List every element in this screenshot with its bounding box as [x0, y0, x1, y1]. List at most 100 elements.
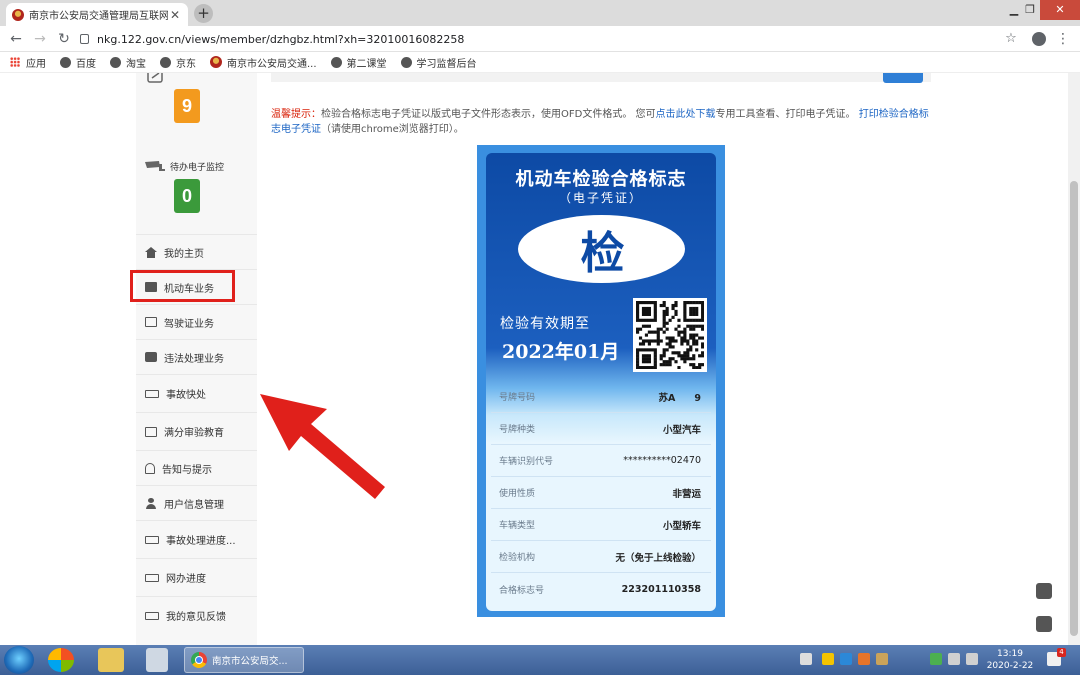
inspection-certificate: 机动车检验合格标志 （电子凭证） 检 检验有效期至 2022年01月 号牌号码苏… [477, 145, 725, 617]
tray-app-icon[interactable] [822, 653, 834, 665]
security-shield-icon[interactable] [930, 653, 942, 665]
field-row: 检验机构 无（免于上线检验） [491, 541, 711, 573]
sidebar-item-accident-progress[interactable]: 事故处理进度... [136, 520, 257, 558]
tray-app-icon[interactable] [858, 653, 870, 665]
browser-menu-icon[interactable]: ⋮ [1056, 29, 1070, 49]
network-icon[interactable] [948, 653, 960, 665]
police-emblem-icon [210, 56, 222, 68]
system-clock[interactable]: 13:19 2020-2-22 [984, 648, 1036, 672]
certificate-subtitle: （电子凭证） [558, 191, 643, 205]
file-explorer-icon[interactable] [98, 648, 124, 672]
stat-pending-monitoring[interactable]: 待办电子监控 0 [136, 159, 257, 213]
camera-icon [145, 352, 157, 362]
notice-text: 专用工具查看、打印电子凭证。 [715, 109, 856, 120]
start-button[interactable] [4, 646, 34, 674]
document-pen-icon [147, 73, 163, 83]
globe-icon [400, 56, 412, 68]
globe-icon [160, 56, 171, 68]
header-button[interactable] [883, 73, 923, 83]
note-icon[interactable] [1036, 583, 1052, 599]
browser-titlebar: 南京市公安局交通管理局互联网 ✕ + ▁ ❐ ✕ [0, 0, 1080, 26]
back-button[interactable]: ← [6, 29, 26, 49]
bookmarks-bar: 应用 百度 淘宝 京东 南京市公安局交通... 第二课堂 学习监督后台 [0, 52, 1080, 73]
comment-icon[interactable] [1036, 616, 1052, 632]
keyboard-icon[interactable] [800, 653, 812, 665]
apps-grid-icon [10, 57, 20, 67]
globe-icon [110, 56, 121, 68]
lock-icon [80, 34, 89, 44]
stat-badge: 9 [174, 89, 200, 123]
notice-prefix: 温馨提示： [271, 109, 321, 120]
sidebar-item-violation-handling[interactable]: 违法处理业务 [136, 339, 257, 374]
bookmark-second-class[interactable]: 第二课堂 [330, 55, 387, 70]
car-icon [145, 535, 159, 544]
feedback-icon [145, 611, 159, 620]
field-row: 合格标志号 223201110358 [499, 583, 701, 596]
validity-date: 2022年01月 [502, 341, 620, 363]
close-icon[interactable]: ✕ [168, 8, 182, 22]
globe-icon [60, 56, 71, 68]
inspection-emblem: 检 [518, 215, 685, 283]
restore-button[interactable]: ❐ [1020, 0, 1040, 20]
forward-button[interactable]: → [30, 29, 50, 49]
stat-pending-violations[interactable]: 9 [136, 73, 257, 123]
notice-text: （请使用chrome浏览器打印）。 [321, 124, 464, 135]
windows-taskbar: 南京市公安局交... 13:19 2020-2-22 4 [0, 645, 1080, 675]
certificate-title: 机动车检验合格标志 [515, 169, 687, 190]
bookmark-nanjing-police[interactable]: 南京市公安局交通... [210, 55, 317, 70]
field-row: 使用性质 非营运 [491, 477, 711, 509]
bookmark-apps[interactable]: 应用 [10, 55, 46, 70]
bookmark-star-icon[interactable]: ☆ [1002, 29, 1020, 49]
clock-date: 2020-2-22 [986, 661, 1034, 671]
sidebar-item-notifications[interactable]: 告知与提示 [136, 450, 257, 485]
sidebar-item-online-progress[interactable]: 网办进度 [136, 558, 257, 596]
sidebar: 9 待办电子监控 0 我的主页 机动车业务 驾驶证业务 违法处理业务 事故快处 … [136, 73, 257, 645]
app-launcher-icon[interactable] [48, 648, 74, 672]
globe-icon [330, 56, 342, 68]
red-arrow-annotation [260, 394, 385, 499]
sidebar-item-accident-quick[interactable]: 事故快处 [136, 374, 257, 412]
license-card-icon [145, 317, 157, 327]
tray-app-icon[interactable] [876, 653, 888, 665]
field-row: 车辆类型 小型轿车 [491, 509, 711, 541]
notification-count: 4 [1057, 648, 1066, 657]
calculator-icon[interactable] [146, 648, 168, 672]
scrollbar-thumb[interactable] [1070, 181, 1078, 636]
browser-tab[interactable]: 南京市公安局交通管理局互联网 ✕ [6, 3, 188, 26]
browser-toolbar: ← → ↻ nkg.122.gov.cn/views/member/dzhgbz… [0, 26, 1080, 52]
bookmark-study-supervision[interactable]: 学习监督后台 [400, 55, 477, 70]
highlight-box [130, 270, 235, 302]
car-icon [145, 573, 159, 582]
clock-time: 13:19 [997, 649, 1023, 659]
certificate-fields: 号牌号码 苏A 9 号牌种类 小型汽车 车辆识别代号 **********02470 … [491, 381, 711, 605]
address-bar[interactable]: nkg.122.gov.cn/views/member/dzhgbz.html?… [80, 29, 1020, 49]
scrollbar[interactable] [1068, 73, 1080, 645]
sidebar-item-user-info[interactable]: 用户信息管理 [136, 485, 257, 520]
field-row: 号牌号码 苏A 9 [491, 381, 711, 413]
window-close-button[interactable]: ✕ [1040, 0, 1080, 20]
bookmark-jd[interactable]: 京东 [160, 55, 196, 70]
download-link[interactable]: 点击此处下载 [656, 109, 716, 120]
police-emblem-icon [12, 8, 24, 21]
bookmark-baidu[interactable]: 百度 [60, 55, 96, 70]
sidebar-item-license-business[interactable]: 驾驶证业务 [136, 304, 257, 339]
sidebar-item-feedback[interactable]: 我的意见反馈 [136, 596, 257, 634]
tab-title: 南京市公安局交通管理局互联网 [29, 11, 168, 22]
bell-icon [145, 462, 155, 474]
field-row: 车辆识别代号 **********02470 [491, 445, 711, 477]
bookmark-taobao[interactable]: 淘宝 [110, 55, 146, 70]
tray-app-icon[interactable] [840, 653, 852, 665]
car-icon [145, 389, 159, 398]
page-content: 9 待办电子监控 0 我的主页 机动车业务 驾驶证业务 违法处理业务 事故快处 … [0, 73, 1080, 645]
reload-button[interactable]: ↻ [54, 29, 74, 49]
profile-avatar-icon[interactable] [1032, 32, 1046, 46]
header-strip [271, 73, 931, 82]
notice: 温馨提示：检验合格标志电子凭证以版式电子文件形态表示，使用OFD文件格式。 您可… [271, 107, 933, 137]
volume-icon[interactable] [966, 653, 978, 665]
taskbar-chrome-window[interactable]: 南京市公安局交... [184, 647, 304, 673]
sidebar-item-home[interactable]: 我的主页 [136, 234, 257, 269]
validity-label: 检验有效期至 [500, 316, 590, 332]
qr-code [633, 298, 707, 372]
sidebar-item-full-score-education[interactable]: 满分审验教育 [136, 412, 257, 450]
new-tab-button[interactable]: + [194, 4, 213, 23]
